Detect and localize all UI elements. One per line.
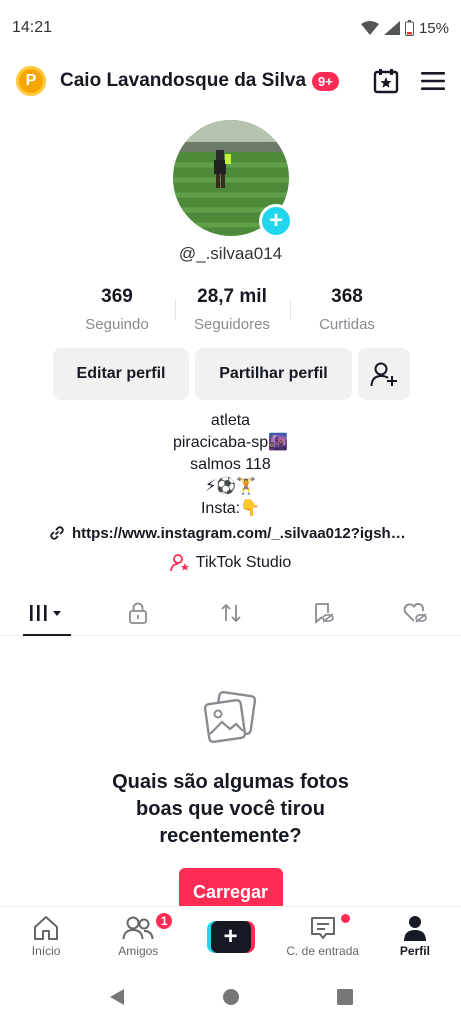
bio-line: piracicaba-sp🌆 xyxy=(172,434,289,451)
bio-line: atleta xyxy=(210,412,251,429)
signal-icon xyxy=(383,21,400,35)
likes-count: 368 xyxy=(331,286,363,307)
nav-friends[interactable]: 1 Amigos xyxy=(92,907,184,968)
empty-title-line: boas que você tirou xyxy=(136,798,325,820)
bottom-navigation: Início 1 Amigos + C. de entrada Perfil xyxy=(0,906,461,968)
status-time: 14:21 xyxy=(12,19,53,36)
status-icons: 15% xyxy=(360,19,449,37)
link-icon xyxy=(50,526,64,540)
stat-divider xyxy=(290,300,291,320)
home-icon xyxy=(34,916,59,940)
tiktok-studio-link[interactable]: TikTok Studio xyxy=(0,554,461,572)
followers-count: 28,7 mil xyxy=(197,286,267,307)
stat-followers[interactable]: 28,7 mil Seguidores xyxy=(177,286,291,333)
recents-icon[interactable] xyxy=(336,988,354,1006)
bookmark-hidden-icon xyxy=(314,602,334,624)
photos-icon xyxy=(203,690,256,744)
empty-state: Quais são algumas fotos boas que você ti… xyxy=(0,690,461,916)
add-friend-button[interactable] xyxy=(358,348,410,400)
wifi-icon xyxy=(360,21,379,35)
edit-profile-button[interactable]: Editar perfil xyxy=(53,348,189,400)
likes-label: Curtidas xyxy=(319,316,375,333)
system-navigation xyxy=(0,970,461,1024)
nav-inbox[interactable]: C. de entrada xyxy=(277,907,369,968)
tab-private[interactable] xyxy=(92,590,184,635)
stat-following[interactable]: 369 Seguindo xyxy=(62,286,176,333)
coin-icon[interactable]: P xyxy=(16,66,46,96)
nav-inbox-label: C. de entrada xyxy=(286,944,360,958)
stat-likes[interactable]: 368 Curtidas xyxy=(292,286,402,333)
back-icon[interactable] xyxy=(108,987,126,1007)
nav-friends-label: Amigos xyxy=(118,944,159,958)
empty-title-line: recentemente? xyxy=(159,825,302,847)
link-text: https://www.instagram.com/_.silvaa012?ig… xyxy=(72,524,406,542)
heart-hidden-icon xyxy=(403,602,427,623)
coin-letter: P xyxy=(25,72,37,89)
bio-line: ⚡⚽🏋️ xyxy=(204,478,257,495)
friends-badge: 1 xyxy=(154,911,175,931)
profile-name[interactable]: Caio Lavandosque da Silva xyxy=(60,70,306,92)
following-label: Seguindo xyxy=(85,316,149,333)
status-bar: 14:21 15% xyxy=(0,0,461,56)
profile-icon xyxy=(403,916,426,941)
bio-link[interactable]: https://www.instagram.com/_.silvaa012?ig… xyxy=(48,524,406,542)
avatar-container: + xyxy=(173,120,293,238)
nav-create[interactable]: + xyxy=(184,907,276,968)
tab-videos[interactable] xyxy=(0,590,92,636)
studio-user-icon xyxy=(169,554,189,572)
plus-icon: + xyxy=(210,921,251,953)
tab-liked[interactable] xyxy=(369,590,461,635)
battery-level: 15% xyxy=(418,19,449,37)
empty-title-line: Quais são algumas fotos xyxy=(112,771,349,793)
content-tabs xyxy=(0,590,461,636)
studio-label: TikTok Studio xyxy=(195,554,292,571)
stat-divider xyxy=(175,300,176,320)
menu-icon[interactable] xyxy=(421,71,445,91)
repost-icon xyxy=(220,603,241,622)
bio-line: Insta:👇 xyxy=(200,500,261,517)
nav-profile-label: Perfil xyxy=(399,944,430,958)
add-avatar-button[interactable]: + xyxy=(259,204,293,238)
nav-profile[interactable]: Perfil xyxy=(369,907,461,968)
tab-reposts[interactable] xyxy=(184,590,276,635)
home-circle-icon[interactable] xyxy=(221,987,241,1007)
profile-header: P Caio Lavandosque da Silva 9+ xyxy=(0,58,461,104)
notification-badge: 9+ xyxy=(312,71,339,91)
grid-dropdown-icon xyxy=(30,604,62,621)
following-count: 369 xyxy=(101,286,133,307)
nav-home[interactable]: Início xyxy=(0,907,92,968)
empty-state-title: Quais são algumas fotos boas que você ti… xyxy=(0,769,461,850)
bio-line: salmos 118 xyxy=(190,456,271,473)
followers-label: Seguidores xyxy=(194,316,270,333)
profile-stats: 369 Seguindo 28,7 mil Seguidores 368 Cur… xyxy=(62,286,402,333)
inbox-icon xyxy=(310,917,335,939)
nav-home-label: Início xyxy=(31,944,61,958)
tab-favorites[interactable] xyxy=(277,590,369,635)
profile-actions: Editar perfil Partilhar perfil xyxy=(53,348,410,400)
create-button[interactable]: + xyxy=(206,921,255,953)
calendar-star-icon[interactable] xyxy=(373,68,399,94)
share-profile-button[interactable]: Partilhar perfil xyxy=(195,348,352,400)
profile-handle: @_.silvaa014 xyxy=(178,244,283,263)
battery-icon xyxy=(404,20,414,36)
friends-icon xyxy=(122,916,154,940)
inbox-dot xyxy=(340,914,350,923)
lock-icon xyxy=(129,602,148,624)
profile-bio: atleta piracicaba-sp🌆 salmos 118 ⚡⚽🏋️ In… xyxy=(0,410,461,520)
add-user-icon xyxy=(370,362,397,387)
